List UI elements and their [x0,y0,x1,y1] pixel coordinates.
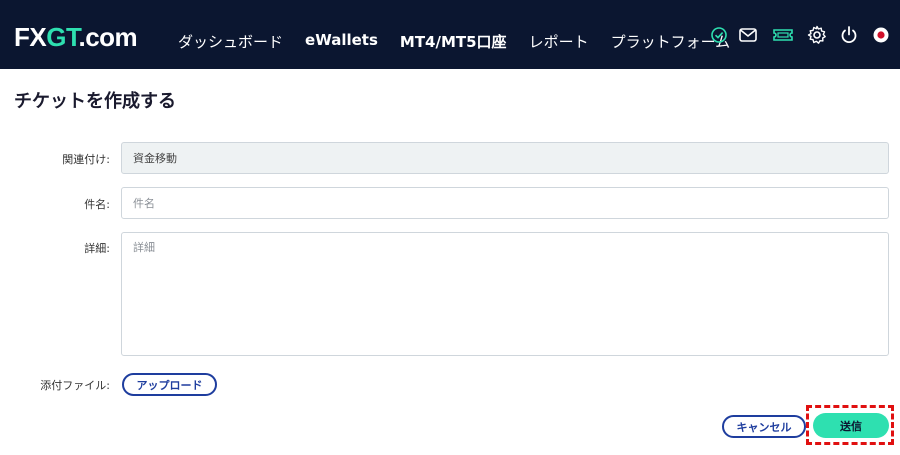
logo-text-gt: GT [46,22,79,52]
power-icon[interactable] [838,24,860,46]
fxgt-logo[interactable]: FXGT.com [14,22,138,53]
subject-input[interactable] [121,187,889,219]
detail-textarea[interactable] [121,232,889,356]
logo-text-fx: FX [14,22,47,52]
page-title: チケットを作成する [14,91,176,112]
nav-dashboard[interactable]: ダッシュボード [178,31,283,52]
ticket-icon[interactable] [772,24,794,46]
check-circle-icon[interactable] [708,24,730,46]
nav-ewallets[interactable]: eWallets [305,31,378,52]
detail-label: 詳細: [84,242,110,255]
related-field: 資金移動 [121,142,889,174]
gear-icon[interactable] [806,24,828,46]
top-nav-bar: FXGT.com ダッシュボード eWallets MT4/MT5口座 レポート… [0,0,900,69]
logo-text-com: .com [78,22,138,52]
nav-mt4-mt5-accounts[interactable]: MT4/MT5口座 [400,31,507,52]
cancel-button[interactable]: キャンセル [722,415,806,438]
mail-icon[interactable] [737,24,759,46]
attachment-label: 添付ファイル: [40,379,110,392]
main-nav: ダッシュボード eWallets MT4/MT5口座 レポート プラットフォーム [178,31,730,52]
nav-reports[interactable]: レポート [529,31,589,52]
upload-button[interactable]: アップロード [122,373,217,396]
related-label: 関連付け: [62,153,110,166]
subject-label: 件名: [84,198,110,211]
submit-highlight-box [806,405,894,445]
language-flag-icon[interactable] [870,24,892,46]
